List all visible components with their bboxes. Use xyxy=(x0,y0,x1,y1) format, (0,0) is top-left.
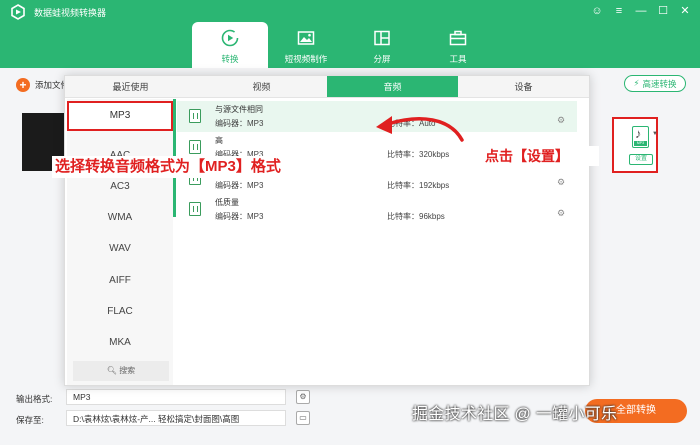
window-controls: ☺ ≡ — ☐ ✕ xyxy=(588,2,694,20)
format-tag: MP3 xyxy=(634,141,647,146)
chevron-down-icon[interactable]: ▼ xyxy=(652,131,658,137)
quality-name: 与源文件相同 xyxy=(215,105,263,114)
output-format-select[interactable]: MP3 xyxy=(66,389,286,405)
format-search[interactable]: 🔍︎ 搜索 xyxy=(73,361,169,381)
format-popup: 最近使用 视频 音频 设备 MP3 AAC AC3 WMA WAV AIFF F… xyxy=(64,75,590,386)
audio-file-icon xyxy=(189,140,201,154)
toolbox-icon xyxy=(449,30,467,46)
quality-item-low[interactable]: 低质量 编码器：MP3 比特率：96kbps ⚙ xyxy=(177,194,577,225)
gear-icon[interactable]: ⚙ xyxy=(557,115,565,126)
tab-short-video-label: 短视频制作 xyxy=(284,54,328,64)
format-item-mp3[interactable]: MP3 xyxy=(67,101,173,131)
quality-encoder: 编码器：MP3 xyxy=(215,181,264,190)
format-item-aiff[interactable]: AIFF xyxy=(67,266,173,296)
gear-icon[interactable]: ⚙ xyxy=(557,208,565,219)
quality-encoder: 编码器：MP3 xyxy=(215,119,264,128)
annotation-arrow-icon xyxy=(376,116,464,142)
tab-recent[interactable]: 最近使用 xyxy=(65,76,196,97)
fast-convert-label: 高速转换 xyxy=(642,78,677,89)
feedback-icon[interactable]: ☺ xyxy=(588,2,606,20)
save-path-select[interactable]: D:\袁林炫\袁林炫-产... 轻松搞定\封面图\高图 xyxy=(66,410,286,426)
settings-button[interactable]: 设置 xyxy=(629,154,653,165)
quality-encoder: 编码器：MP3 xyxy=(215,212,264,221)
quality-bitrate: 比特率：96kbps xyxy=(387,212,445,221)
plus-icon: + xyxy=(16,78,30,92)
app-title: 数据蛙视频转换器 xyxy=(34,8,107,18)
tab-short-video[interactable]: 短视频制作 xyxy=(268,22,344,68)
main-nav: 转换 短视频制作 分屏 工具 xyxy=(192,22,496,68)
close-icon[interactable]: ✕ xyxy=(676,2,694,20)
format-search-label: 搜索 xyxy=(119,366,136,375)
tab-split-screen[interactable]: 分屏 xyxy=(344,22,420,68)
format-item-wma[interactable]: WMA xyxy=(67,203,173,233)
convert-icon xyxy=(221,29,239,47)
format-item-flac[interactable]: FLAC xyxy=(67,297,173,327)
add-file-button[interactable]: + 添加文件 xyxy=(16,78,69,92)
tab-audio[interactable]: 音频 xyxy=(327,76,458,97)
fast-convert-button[interactable]: ⚡ 高速转换 xyxy=(624,75,686,92)
quality-name: 高 xyxy=(215,136,223,145)
quality-bitrate: 比特率：320kbps xyxy=(387,150,450,159)
music-file-icon[interactable]: ♪ MP3 xyxy=(632,126,649,148)
watermark: 掘金技术社区 @ 一罐小可乐 xyxy=(412,406,618,423)
save-to-label: 保存至: xyxy=(16,415,44,425)
annotation-click-settings: 点击【设置】 xyxy=(483,146,599,166)
quality-bitrate: 比特率：192kbps xyxy=(387,181,450,190)
popup-tabs: 最近使用 视频 音频 设备 xyxy=(65,76,589,98)
menu-icon[interactable]: ≡ xyxy=(610,2,628,20)
image-icon xyxy=(297,31,315,45)
tab-split-screen-label: 分屏 xyxy=(373,54,391,64)
annotation-select-format: 选择转换音频格式为【MP3】格式 xyxy=(52,156,348,178)
tab-device[interactable]: 设备 xyxy=(458,76,589,97)
tab-convert[interactable]: 转换 xyxy=(192,22,268,68)
maximize-icon[interactable]: ☐ xyxy=(654,2,672,20)
lightning-icon: ⚡ xyxy=(633,78,640,88)
tab-tools[interactable]: 工具 xyxy=(420,22,496,68)
minimize-icon[interactable]: — xyxy=(632,2,650,20)
title-bar: 数据蛙视频转换器 ☺ ≡ — ☐ ✕ 转换 短视频制作 分屏 工具 xyxy=(0,0,700,68)
split-screen-icon xyxy=(374,30,390,46)
output-format-label: 输出格式: xyxy=(16,394,53,404)
tab-video[interactable]: 视频 xyxy=(196,76,327,97)
format-item-wav[interactable]: WAV xyxy=(67,234,173,264)
output-settings-panel[interactable]: ♪ MP3 ▼ 设置 xyxy=(612,117,658,173)
format-item-mka[interactable]: MKA xyxy=(67,328,173,358)
format-settings-icon[interactable]: ⚙ xyxy=(296,390,310,404)
tab-convert-label: 转换 xyxy=(221,54,239,64)
tab-tools-label: 工具 xyxy=(449,54,467,64)
app-logo-icon xyxy=(11,4,25,20)
quality-name: 低质量 xyxy=(215,198,239,207)
audio-file-icon xyxy=(189,109,201,123)
audio-file-icon xyxy=(189,202,201,216)
format-list: MP3 AAC AC3 WMA WAV AIFF FLAC MKA 🔍︎ 搜索 xyxy=(67,99,173,385)
gear-icon[interactable]: ⚙ xyxy=(557,177,565,188)
folder-icon[interactable]: ▭ xyxy=(296,411,310,425)
search-icon: 🔍︎ xyxy=(106,366,117,375)
